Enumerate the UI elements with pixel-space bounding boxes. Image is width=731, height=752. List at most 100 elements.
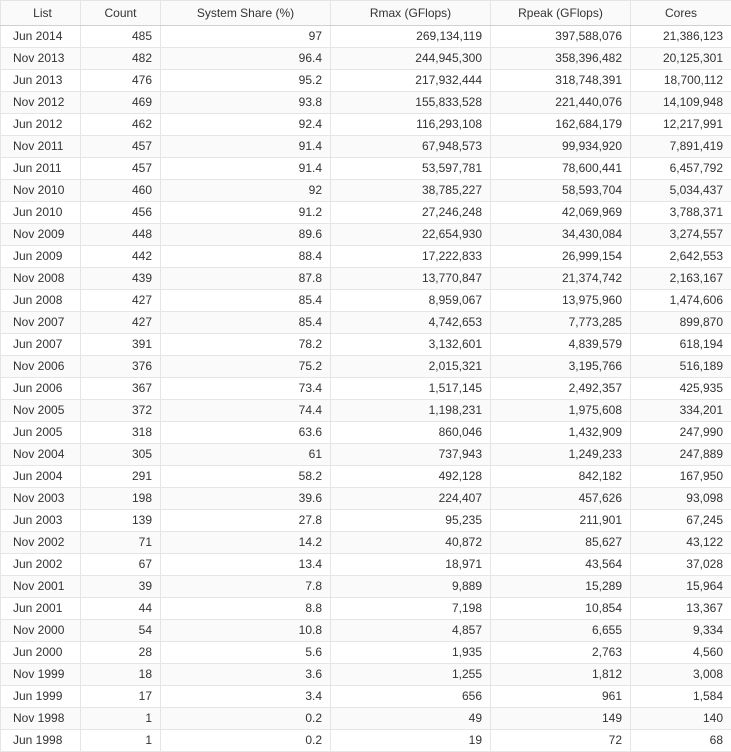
cell-rpeak: 318,748,391 [491,70,631,92]
cell-rmax: 17,222,833 [331,246,491,268]
cell-cores: 5,034,437 [631,180,731,202]
cell-cores: 6,457,792 [631,158,731,180]
table-row: Nov 200742785.44,742,6537,773,285899,870 [1,312,731,334]
cell-rpeak: 221,440,076 [491,92,631,114]
cell-list: Nov 2009 [1,224,81,246]
cell-share: 27.8 [161,510,331,532]
cell-list: Jun 2004 [1,466,81,488]
cell-rmax: 155,833,528 [331,92,491,114]
table-row: Nov 200537274.41,198,2311,975,608334,201 [1,400,731,422]
cell-share: 87.8 [161,268,331,290]
cell-cores: 334,201 [631,400,731,422]
cell-cores: 247,990 [631,422,731,444]
cell-list: Jun 2002 [1,554,81,576]
table-row: Nov 199810.249149140 [1,708,731,730]
table-row: Jun 201145791.453,597,78178,600,4416,457… [1,158,731,180]
cell-rmax: 656 [331,686,491,708]
cell-share: 88.4 [161,246,331,268]
cell-list: Nov 2012 [1,92,81,114]
cell-count: 28 [81,642,161,664]
cell-list: Jun 2014 [1,26,81,48]
cell-rmax: 4,857 [331,620,491,642]
cell-rmax: 40,872 [331,532,491,554]
cell-cores: 2,163,167 [631,268,731,290]
cell-rpeak: 397,588,076 [491,26,631,48]
table-row: Jun 200944288.417,222,83326,999,1542,642… [1,246,731,268]
cell-count: 439 [81,268,161,290]
cell-share: 89.6 [161,224,331,246]
table-row: Jun 199810.2197268 [1,730,731,752]
cell-share: 75.2 [161,356,331,378]
cell-share: 10.8 [161,620,331,642]
cell-rmax: 9,889 [331,576,491,598]
cell-rmax: 95,235 [331,510,491,532]
cell-rmax: 4,742,653 [331,312,491,334]
cell-rmax: 1,198,231 [331,400,491,422]
cell-rpeak: 4,839,579 [491,334,631,356]
cell-rpeak: 1,432,909 [491,422,631,444]
cell-share: 91.4 [161,158,331,180]
cell-list: Jun 2013 [1,70,81,92]
cell-share: 14.2 [161,532,331,554]
cell-share: 0.2 [161,708,331,730]
table-row: Nov 20104609238,785,22758,593,7045,034,4… [1,180,731,202]
cell-rmax: 19 [331,730,491,752]
cell-count: 1 [81,708,161,730]
cell-rmax: 7,198 [331,598,491,620]
cell-list: Jun 2010 [1,202,81,224]
cell-cores: 18,700,112 [631,70,731,92]
cell-share: 3.6 [161,664,331,686]
cell-count: 54 [81,620,161,642]
cell-cores: 516,189 [631,356,731,378]
cell-cores: 37,028 [631,554,731,576]
cell-list: Jun 2008 [1,290,81,312]
cell-cores: 3,788,371 [631,202,731,224]
cell-share: 13.4 [161,554,331,576]
cell-rpeak: 149 [491,708,631,730]
cell-rpeak: 961 [491,686,631,708]
cell-count: 376 [81,356,161,378]
cell-list: Nov 2013 [1,48,81,70]
cell-count: 457 [81,136,161,158]
cell-rmax: 38,785,227 [331,180,491,202]
table-row: Jun 200313927.895,235211,90167,245 [1,510,731,532]
cell-rmax: 224,407 [331,488,491,510]
cell-share: 5.6 [161,642,331,664]
table-row: Nov 20027114.240,87285,62743,122 [1,532,731,554]
col-header-list[interactable]: List [1,1,81,26]
cell-cores: 93,098 [631,488,731,510]
cell-list: Nov 2011 [1,136,81,158]
cell-rmax: 244,945,300 [331,48,491,70]
header-row: List Count System Share (%) Rmax (GFlops… [1,1,731,26]
cell-cores: 1,474,606 [631,290,731,312]
table-row: Nov 201145791.467,948,57399,934,9207,891… [1,136,731,158]
cell-cores: 14,109,948 [631,92,731,114]
cell-cores: 1,584 [631,686,731,708]
col-header-cores[interactable]: Cores [631,1,731,26]
cell-count: 460 [81,180,161,202]
table-row: Nov 200430561737,9431,249,233247,889 [1,444,731,466]
col-header-count[interactable]: Count [81,1,161,26]
cell-list: Nov 2003 [1,488,81,510]
col-header-rpeak[interactable]: Rpeak (GFlops) [491,1,631,26]
cell-rmax: 27,246,248 [331,202,491,224]
cell-rmax: 8,959,067 [331,290,491,312]
cell-list: Nov 2002 [1,532,81,554]
cell-share: 63.6 [161,422,331,444]
cell-rpeak: 3,195,766 [491,356,631,378]
cell-rpeak: 78,600,441 [491,158,631,180]
col-header-share[interactable]: System Share (%) [161,1,331,26]
col-header-rmax[interactable]: Rmax (GFlops) [331,1,491,26]
cell-rpeak: 26,999,154 [491,246,631,268]
cell-count: 485 [81,26,161,48]
cell-rpeak: 2,492,357 [491,378,631,400]
cell-count: 318 [81,422,161,444]
cell-share: 39.6 [161,488,331,510]
cell-share: 85.4 [161,290,331,312]
cell-count: 476 [81,70,161,92]
cell-rpeak: 1,812 [491,664,631,686]
cell-list: Jun 2001 [1,598,81,620]
cell-list: Jun 2007 [1,334,81,356]
cell-count: 139 [81,510,161,532]
cell-count: 71 [81,532,161,554]
